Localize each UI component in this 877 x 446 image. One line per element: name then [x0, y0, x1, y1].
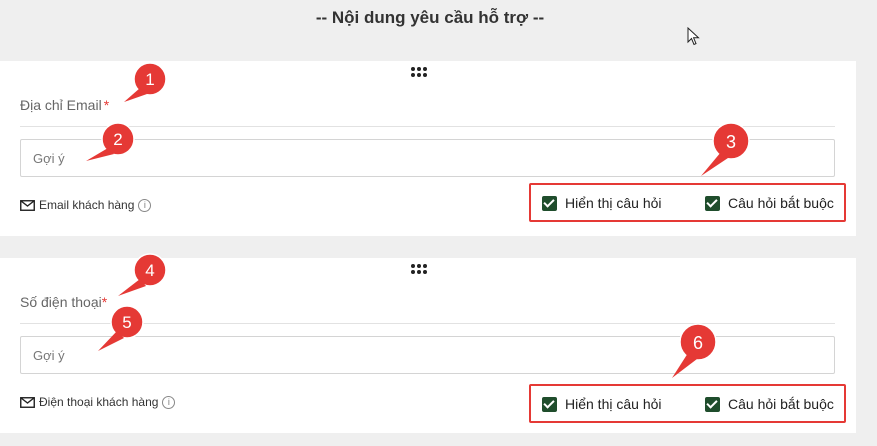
info-icon[interactable]: i	[138, 198, 152, 212]
required-question-checkbox[interactable]: Câu hỏi bắt buộc	[705, 195, 834, 211]
show-question-label: Hiển thị câu hỏi	[565, 195, 662, 211]
annotation-marker-3: 3	[701, 122, 750, 176]
question-options-highlight: Hiển thị câu hỏi Câu hỏi bắt buộc	[529, 183, 846, 222]
annotation-label: 4	[145, 261, 154, 280]
question-label-text: Số điện thoại	[20, 294, 102, 310]
checkbox-checked-icon	[542, 396, 557, 412]
checkbox-checked-icon	[705, 396, 720, 412]
annotation-label: 2	[113, 130, 122, 149]
field-type-text: Điện thoại khách hàng	[39, 395, 159, 409]
drag-handle-icon[interactable]	[411, 67, 429, 79]
required-asterisk: *	[103, 97, 110, 113]
annotation-marker-4: 4	[118, 253, 167, 296]
annotation-marker-2: 2	[86, 122, 135, 161]
field-type-label: Điện thoại khách hàng i	[20, 395, 176, 409]
info-icon[interactable]: i	[162, 395, 176, 409]
section-title: -- Nội dung yêu cầu hỗ trợ --	[315, 8, 545, 27]
envelope-icon	[20, 199, 35, 211]
annotation-label: 5	[122, 313, 131, 332]
question-label[interactable]: Địa chỉ Email *	[20, 97, 109, 113]
show-question-checkbox[interactable]: Hiển thị câu hỏi	[542, 396, 662, 412]
drag-handle-icon[interactable]	[411, 264, 429, 276]
annotation-label: 3	[726, 132, 736, 152]
question-options-highlight: Hiển thị câu hỏi Câu hỏi bắt buộc	[529, 384, 846, 423]
annotation-marker-6: 6	[672, 323, 717, 378]
checkbox-checked-icon	[542, 195, 557, 211]
annotation-marker-5: 5	[98, 305, 144, 351]
field-type-label: Email khách hàng i	[20, 198, 152, 212]
required-question-checkbox[interactable]: Câu hỏi bắt buộc	[705, 396, 834, 412]
envelope-icon	[20, 396, 35, 408]
annotation-marker-1: 1	[124, 62, 167, 102]
show-question-label: Hiển thị câu hỏi	[565, 396, 662, 412]
mouse-pointer-icon	[687, 27, 700, 46]
show-question-checkbox[interactable]: Hiển thị câu hỏi	[542, 195, 662, 211]
question-label-text: Địa chỉ Email	[20, 97, 102, 113]
checkbox-checked-icon	[705, 195, 720, 211]
annotation-label: 1	[145, 70, 154, 89]
annotation-label: 6	[693, 333, 703, 353]
field-type-text: Email khách hàng	[39, 198, 135, 212]
required-question-label: Câu hỏi bắt buộc	[728, 396, 834, 412]
required-question-label: Câu hỏi bắt buộc	[728, 195, 834, 211]
